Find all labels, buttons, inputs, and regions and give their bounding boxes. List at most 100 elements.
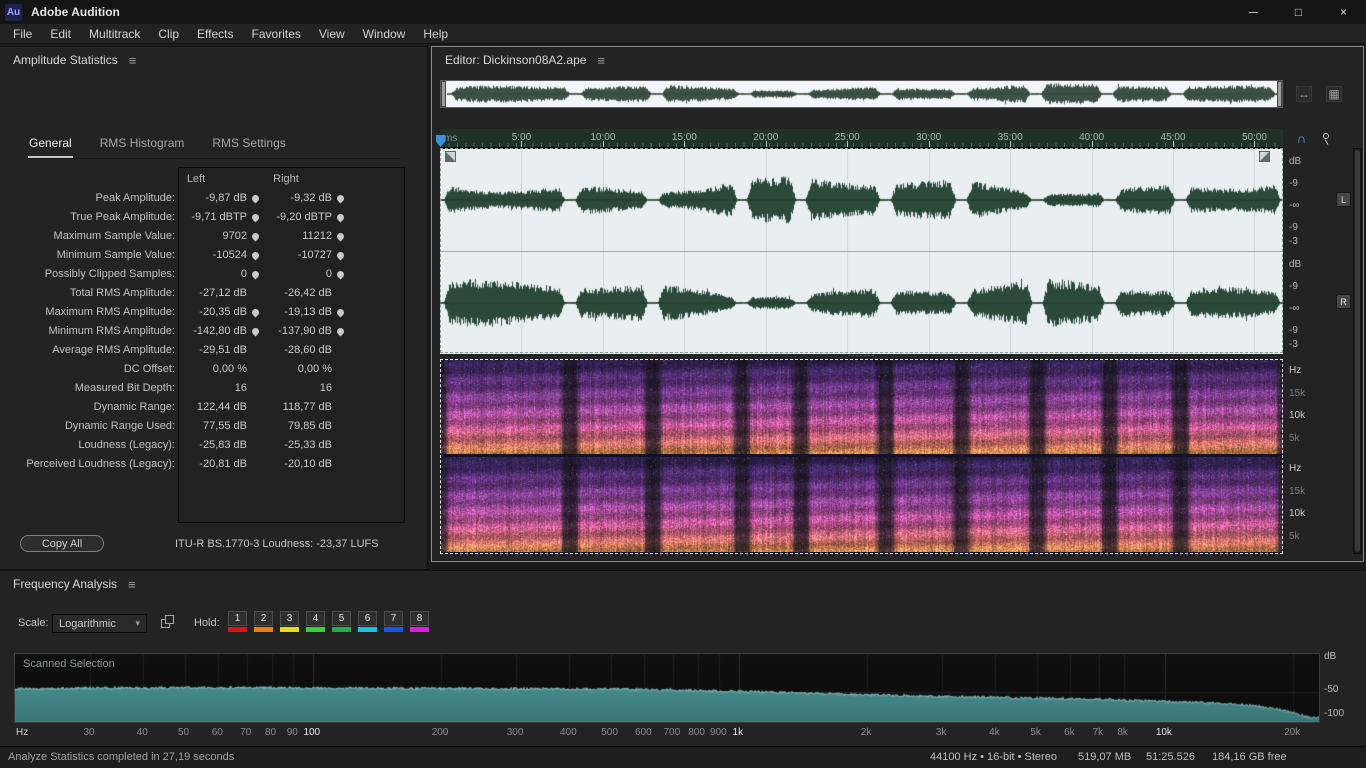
wave-spectral-splitter[interactable]: ······· <box>440 351 1283 360</box>
frequency-plot[interactable]: Scanned Selection <box>14 653 1320 723</box>
copy-graph-icon[interactable] <box>160 615 176 631</box>
vertical-scrollbar[interactable] <box>1353 148 1362 554</box>
menu-clip[interactable]: Clip <box>149 25 188 43</box>
minimize-button[interactable]: ─ <box>1231 0 1276 24</box>
sample-marker-icon[interactable] <box>335 250 346 261</box>
stat-value-left: -9,87 dB <box>205 192 247 204</box>
db-scale-label: -∞ <box>1289 303 1300 314</box>
stat-value-right: -26,42 dB <box>284 287 332 299</box>
channel-button-r[interactable]: R <box>1336 294 1351 309</box>
fade-in-handle[interactable] <box>445 151 456 162</box>
waveform-right-channel[interactable] <box>440 252 1283 354</box>
editor-title: Editor: Dickinson08A2.ape <box>445 53 587 67</box>
copy-all-button[interactable]: Copy All <box>20 535 104 552</box>
channel-separator <box>440 251 1283 252</box>
sample-marker-icon[interactable] <box>335 212 346 223</box>
menu-edit[interactable]: Edit <box>41 25 80 43</box>
hold-number: 7 <box>384 611 403 626</box>
waveform-left-channel[interactable] <box>440 149 1283 251</box>
hold-color-swatch <box>332 627 351 632</box>
sample-marker-icon[interactable] <box>335 326 346 337</box>
hold-button-8[interactable]: 8 <box>410 611 429 632</box>
waveform-display[interactable] <box>440 148 1283 354</box>
overview-navigator[interactable] <box>440 80 1283 108</box>
tab-rms-histogram[interactable]: RMS Histogram <box>99 130 186 158</box>
loudness-info: ITU-R BS.1770-3 Loudness: -23,37 LUFS <box>175 538 379 550</box>
maximize-button[interactable]: □ <box>1276 0 1321 24</box>
spectrogram-right-channel[interactable] <box>440 457 1283 552</box>
sample-marker-icon[interactable] <box>335 193 346 204</box>
hold-number: 5 <box>332 611 351 626</box>
stat-value-left: 0,00 % <box>212 363 247 375</box>
sample-marker-icon[interactable] <box>335 231 346 242</box>
pan-zoom-icon[interactable]: ↔ <box>1296 86 1312 102</box>
adobe-audition-window: Au Adobe Audition ─ □ × File Edit Multitra… <box>0 0 1366 768</box>
spectrogram-display[interactable] <box>440 359 1283 554</box>
status-item-2: 51:25.526 <box>1146 751 1195 763</box>
overview-left-handle[interactable] <box>441 81 446 107</box>
hold-number: 4 <box>306 611 325 626</box>
hold-button-3[interactable]: 3 <box>280 611 299 632</box>
fade-out-handle[interactable] <box>1259 151 1270 162</box>
overview-right-handle[interactable] <box>1277 81 1282 107</box>
db-scale-label: dB <box>1289 156 1302 167</box>
window-controls: ─ □ × <box>1231 0 1366 24</box>
stats-row: Maximum RMS Amplitude: -20,35 dB -19,13 dB <box>0 303 428 322</box>
sample-marker-icon[interactable] <box>335 269 346 280</box>
tab-rms-settings[interactable]: RMS Settings <box>211 130 286 158</box>
freq-axis-label: 5k <box>1030 727 1041 738</box>
menu-window[interactable]: Window <box>354 25 415 43</box>
panel-menu-icon[interactable]: ≡ <box>597 54 605 67</box>
menu-help[interactable]: Help <box>414 25 457 43</box>
menu-view[interactable]: View <box>310 25 354 43</box>
spectrogram-left-channel[interactable] <box>440 359 1283 454</box>
hold-color-swatch <box>254 627 273 632</box>
freq-axis-label: 2k <box>860 727 872 738</box>
overview-waveform[interactable] <box>447 81 1278 107</box>
stats-row: Maximum Sample Value: 9702 11212 <box>0 227 428 246</box>
menu-effects[interactable]: Effects <box>188 25 242 43</box>
panel-menu-icon[interactable]: ≡ <box>128 578 136 591</box>
pin-icon[interactable] <box>1321 132 1333 146</box>
status-item-0: 44100 Hz • 16-bit • Stereo <box>930 751 1057 763</box>
stats-row: Peak Amplitude: -9,87 dB -9,32 dB <box>0 189 428 208</box>
hold-color-swatch <box>410 627 429 632</box>
hold-color-swatch <box>358 627 377 632</box>
freq-axis-label: 80 <box>264 727 277 738</box>
plot-label: Scanned Selection <box>23 658 115 670</box>
hold-button-2[interactable]: 2 <box>254 611 273 632</box>
menu-favorites[interactable]: Favorites <box>243 25 310 43</box>
channel-button-l[interactable]: L <box>1336 192 1351 207</box>
tab-general[interactable]: General <box>28 130 73 158</box>
hold-button-5[interactable]: 5 <box>332 611 351 632</box>
stat-value-left: -25,83 dB <box>199 439 247 451</box>
freq-axis-label: 6k <box>1064 727 1075 738</box>
menu-file[interactable]: File <box>4 25 41 43</box>
hold-number: 2 <box>254 611 273 626</box>
close-button[interactable]: × <box>1321 0 1366 24</box>
hold-button-6[interactable]: 6 <box>358 611 377 632</box>
grid-view-icon[interactable]: ▦ <box>1326 86 1342 102</box>
db-scale-label: -9 <box>1289 178 1298 189</box>
stat-value-left: -142,80 dB <box>193 325 247 337</box>
frequency-plot-canvas[interactable] <box>15 654 1319 722</box>
freq-axis-label: 8k <box>1117 727 1128 738</box>
hold-button-4[interactable]: 4 <box>306 611 325 632</box>
headphones-icon[interactable]: ∩ <box>1294 131 1309 146</box>
panel-menu-icon[interactable]: ≡ <box>129 54 137 67</box>
freq-axis-label: 7k <box>1092 727 1104 738</box>
freq-scale-label: 10k <box>1289 508 1306 519</box>
hold-button-7[interactable]: 7 <box>384 611 403 632</box>
freq-scale-label: 5k <box>1289 531 1300 542</box>
freq-scale-label: Hz <box>1289 365 1302 376</box>
stat-value-right: -25,33 dB <box>284 439 332 451</box>
scrollbar-thumb[interactable] <box>1355 150 1360 552</box>
menu-multitrack[interactable]: Multitrack <box>80 25 149 43</box>
sample-marker-icon[interactable] <box>335 307 346 318</box>
status-item-1: 519,07 MB <box>1078 751 1132 763</box>
scale-dropdown[interactable]: Logarithmic ▾ <box>52 614 147 633</box>
hold-button-1[interactable]: 1 <box>228 611 247 632</box>
hold-number: 8 <box>410 611 429 626</box>
hold-color-swatch <box>280 627 299 632</box>
timeline-ruler[interactable]: ms 5:00 10:00 15:00 20:00 25:00 30:00 35:00 40:… <box>440 129 1283 148</box>
